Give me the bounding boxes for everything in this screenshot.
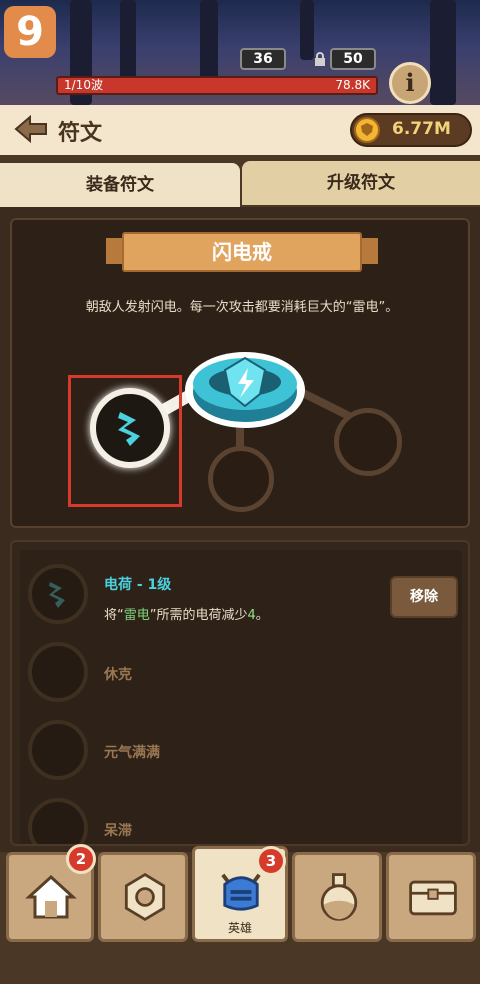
- charge-rune-icon: [49, 582, 65, 608]
- wave-progress-bar: 1/10波 78.8K: [56, 76, 378, 95]
- info-button[interactable]: i: [389, 62, 431, 104]
- rune-name: 呆滞: [104, 823, 132, 839]
- remove-button[interactable]: 移除: [390, 576, 458, 618]
- page-header: 符文 6.77M: [0, 105, 480, 155]
- highlight-box: [68, 375, 182, 507]
- rune-slot: [28, 798, 88, 844]
- background-tree: [120, 0, 136, 80]
- rune-effect: 将“雷电”所需的电荷减少4。: [104, 604, 269, 623]
- hero-badge: 3: [256, 846, 286, 876]
- rune-tree-panel: 闪电戒 朝敌人发射闪电。每一次攻击都要消耗巨大的“雷电”。: [10, 218, 470, 528]
- page-title: 符文: [58, 121, 103, 146]
- lightning-ring-icon[interactable]: [180, 336, 310, 432]
- home-badge: 2: [66, 844, 96, 874]
- chest-icon: [409, 880, 457, 916]
- rune-name: 元气满满: [104, 745, 160, 761]
- list-item: 电荷 - 1级 将“雷电”所需的电荷减少4。 移除: [20, 550, 462, 634]
- background-tree: [430, 0, 456, 105]
- rune-name: 休克: [104, 667, 132, 683]
- effect-text: 。: [255, 608, 269, 623]
- potion-icon: [320, 873, 358, 921]
- list-item[interactable]: 元气满满: [20, 716, 462, 788]
- effect-text: 将“: [104, 608, 124, 623]
- effect-text: ”所需的电荷减少: [149, 608, 248, 623]
- rune-node-empty[interactable]: [208, 446, 274, 512]
- rune-list-panel: 电荷 - 1级 将“雷电”所需的电荷减少4。 移除 休克 元气满满 呆滞: [10, 540, 470, 846]
- rune-name: 电荷 - 1级: [104, 577, 172, 593]
- wave-label: 1/10波: [64, 78, 103, 92]
- lock-icon: [315, 52, 325, 66]
- effect-value: 4: [247, 608, 256, 623]
- nav-potion[interactable]: [292, 852, 382, 942]
- effect-keyword: 雷电: [123, 608, 150, 623]
- bottom-nav: 2 英雄 3: [0, 844, 480, 984]
- list-item[interactable]: 呆滞: [20, 794, 462, 844]
- rune-slot: [28, 720, 88, 780]
- coin-shield-icon: [361, 123, 373, 136]
- nav-hero-label: 英雄: [227, 921, 252, 935]
- wave-counter: 36: [240, 48, 286, 70]
- rune-node-empty[interactable]: [334, 408, 402, 476]
- step-number-badge: 9: [4, 6, 56, 58]
- game-hud: 9 36 50 1/10波 78.8K i: [0, 0, 480, 105]
- nut-icon: [124, 872, 166, 922]
- nav-gear[interactable]: [98, 852, 188, 942]
- coin-balance[interactable]: 6.77M: [350, 113, 472, 147]
- rune-list: 电荷 - 1级 将“雷电”所需的电荷减少4。 移除 休克 元气满满 呆滞: [20, 550, 462, 844]
- list-item[interactable]: 休克: [20, 638, 462, 710]
- tab-upgrade-rune[interactable]: 升级符文: [242, 161, 480, 205]
- home-icon: [25, 874, 77, 919]
- background-tree: [300, 0, 314, 60]
- coin-value: 6.77M: [392, 119, 451, 139]
- nav-chest[interactable]: [386, 852, 476, 942]
- rune-slot: [28, 642, 88, 702]
- back-arrow-icon[interactable]: [14, 114, 48, 144]
- locked-counter: 50: [330, 48, 376, 70]
- knight-helmet-icon: [221, 873, 261, 911]
- rune-tabs: 装备符文 升级符文: [0, 155, 480, 207]
- coin-icon: [354, 117, 380, 143]
- tab-equip-rune[interactable]: 装备符文: [0, 163, 240, 207]
- wave-hp: 78.8K: [335, 78, 370, 92]
- rune-slot[interactable]: [28, 564, 88, 624]
